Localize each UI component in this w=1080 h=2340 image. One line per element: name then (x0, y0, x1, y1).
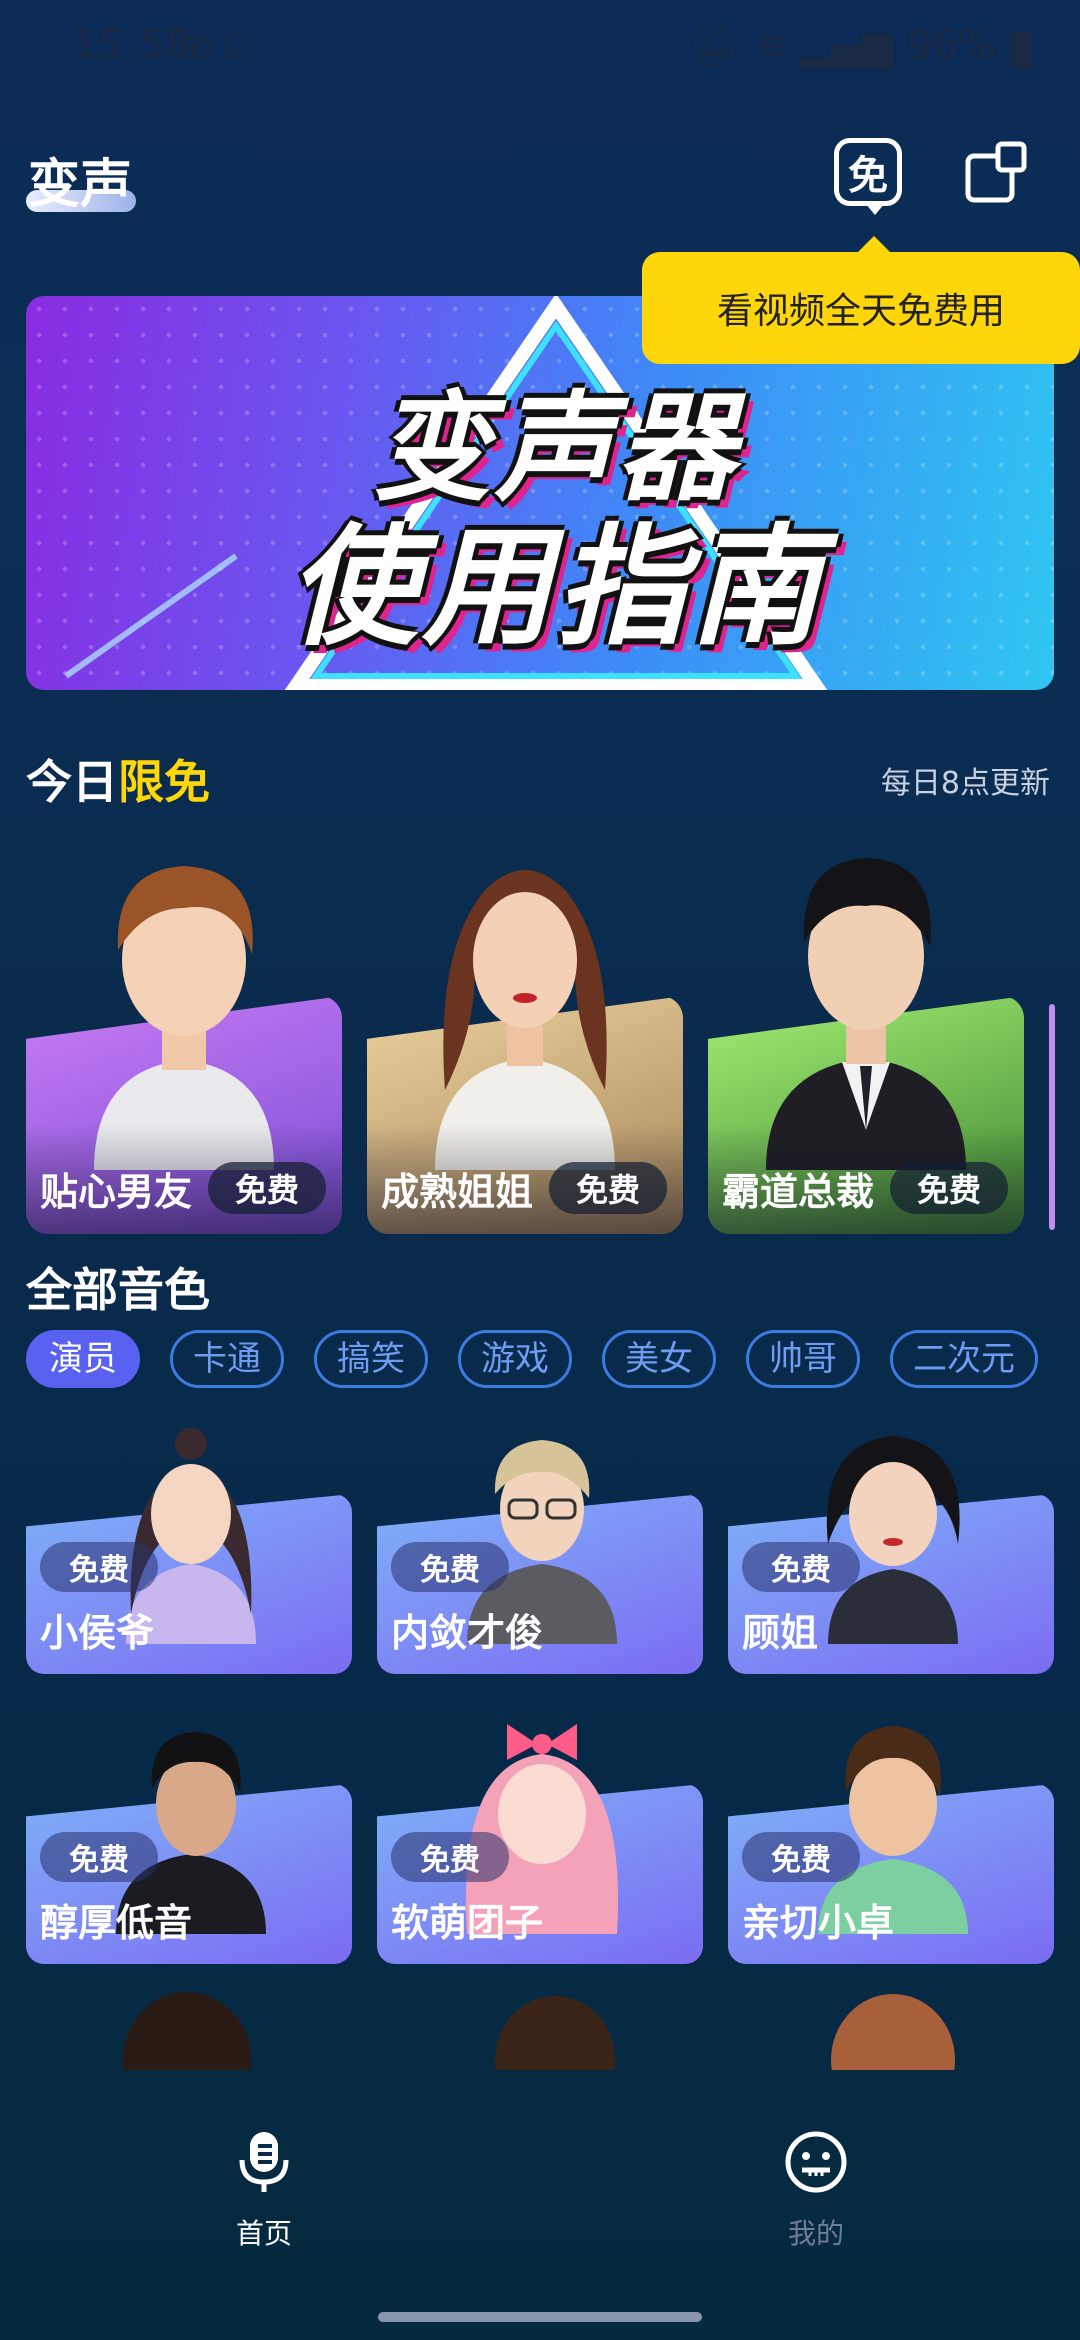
status-bar: 15:58 ✆ ☑ 🔕︎ ≋ ▂▄▆ 96% (0, 0, 1080, 100)
free-badge: 免费 (208, 1162, 326, 1214)
today-title-highlight: 限免 (118, 755, 210, 809)
gesture-home-bar[interactable] (378, 2312, 702, 2322)
all-voices-title: 全部音色 (26, 1263, 210, 1317)
voice-card[interactable]: 免费 亲切小卓 (728, 1704, 1054, 1964)
next-card-edge (1049, 1004, 1055, 1230)
voice-card[interactable]: 免费 软萌团子 (377, 1704, 703, 1964)
voice-name: 内敛才俊 (391, 1611, 544, 1655)
free-badge: 免费 (742, 1832, 860, 1882)
avatar (766, 858, 966, 1170)
banner-title-line2: 使用指南 (287, 511, 824, 663)
free-badge: 免费 (391, 1542, 509, 1592)
chip-funny[interactable]: 搞笑 (314, 1330, 428, 1388)
voice-card[interactable]: 免费 醇厚低音 (26, 1704, 352, 1964)
floating-window-icon (965, 141, 1027, 203)
update-note: 每日8点更新 (880, 766, 1050, 801)
free-badge: 免费 (40, 1832, 158, 1882)
free-badge: 免费 (391, 1832, 509, 1882)
avatar (826, 1436, 960, 1644)
voice-card-peek[interactable] (818, 1990, 968, 2070)
status-right: 🔕︎ ≋ ▂▄▆ 96% (688, 22, 1032, 69)
avatar (123, 1992, 251, 2070)
featured-card-sister[interactable]: 成熟姐姐 免费 (367, 830, 683, 1234)
nav-home[interactable]: 首页 (164, 2130, 364, 2252)
free-button-label: 免 (848, 153, 888, 199)
nav-mine[interactable]: 我的 (716, 2130, 916, 2252)
voice-card[interactable]: 免费 小侯爷 (26, 1414, 352, 1674)
voice-name: 顾姐 (742, 1611, 819, 1655)
category-chips: 演员 卡通 搞笑 游戏 美女 帅哥 二次元 (26, 1330, 1054, 1390)
free-badge: 免费 (549, 1162, 667, 1214)
free-badge: 免费 (742, 1542, 860, 1592)
today-title-plain: 今日 (26, 755, 118, 809)
card-name: 贴心男友 (40, 1170, 193, 1214)
avatar (831, 1994, 955, 2070)
free-badge: 免费 (890, 1162, 1008, 1214)
bottom-nav: 首页 我的 (0, 2064, 1080, 2340)
voice-card[interactable]: 免费 顾姐 (728, 1414, 1054, 1674)
smiley-face-icon (785, 2131, 847, 2193)
voice-name: 亲切小卓 (742, 1901, 895, 1945)
tooltip-text: 看视频全天免费用 (716, 291, 1005, 332)
microphone-icon (239, 2132, 289, 2192)
avatar (495, 1996, 615, 2070)
avatar (94, 866, 274, 1170)
nav-home-label: 首页 (235, 2217, 292, 2250)
wifi-icon: ≋ (753, 22, 787, 69)
avatar (435, 870, 615, 1170)
phone-wifi-call-icon: ✆ (184, 28, 213, 68)
chip-game[interactable]: 游戏 (458, 1330, 572, 1388)
featured-card-boyfriend[interactable]: 贴心男友 免费 (26, 830, 342, 1234)
free-button[interactable]: 免 (834, 138, 902, 215)
chip-cartoon[interactable]: 卡通 (170, 1330, 284, 1388)
battery-percent: 96% (907, 22, 996, 69)
voice-card[interactable]: 免费 内敛才俊 (377, 1414, 703, 1674)
floating-window-button[interactable] (964, 138, 1032, 206)
voice-card-peek[interactable] (480, 1990, 630, 2070)
chip-beauty[interactable]: 美女 (602, 1330, 716, 1388)
today-section-title: 今日限免 (26, 746, 210, 812)
card-name: 霸道总裁 (722, 1170, 875, 1214)
chip-actor[interactable]: 演员 (26, 1330, 140, 1388)
card-name: 成熟姐姐 (381, 1170, 534, 1214)
mute-icon: 🔕︎ (688, 23, 740, 69)
voice-card-peek[interactable] (112, 1990, 262, 2070)
banner-streak-decoration (64, 553, 238, 679)
voice-name: 软萌团子 (391, 1901, 544, 1945)
free-tooltip[interactable]: 看视频全天免费用 (642, 236, 1080, 364)
status-left-icons: ✆ ☑ (184, 28, 254, 68)
nav-mine-label: 我的 (787, 2217, 844, 2250)
battery-icon (1010, 31, 1032, 68)
check-box-icon: ☑ (223, 28, 254, 68)
free-badge: 免费 (40, 1542, 158, 1592)
signal-icon: ▂▄▆ (800, 22, 894, 69)
status-time: 15:58 (72, 22, 193, 68)
voice-name: 醇厚低音 (40, 1901, 193, 1945)
featured-card-ceo[interactable]: 霸道总裁 免费 (708, 830, 1024, 1234)
page-title: 变声 (28, 155, 133, 215)
chip-anime[interactable]: 二次元 (890, 1330, 1038, 1388)
chip-handsome[interactable]: 帅哥 (746, 1330, 860, 1388)
voice-name: 小侯爷 (40, 1611, 155, 1655)
